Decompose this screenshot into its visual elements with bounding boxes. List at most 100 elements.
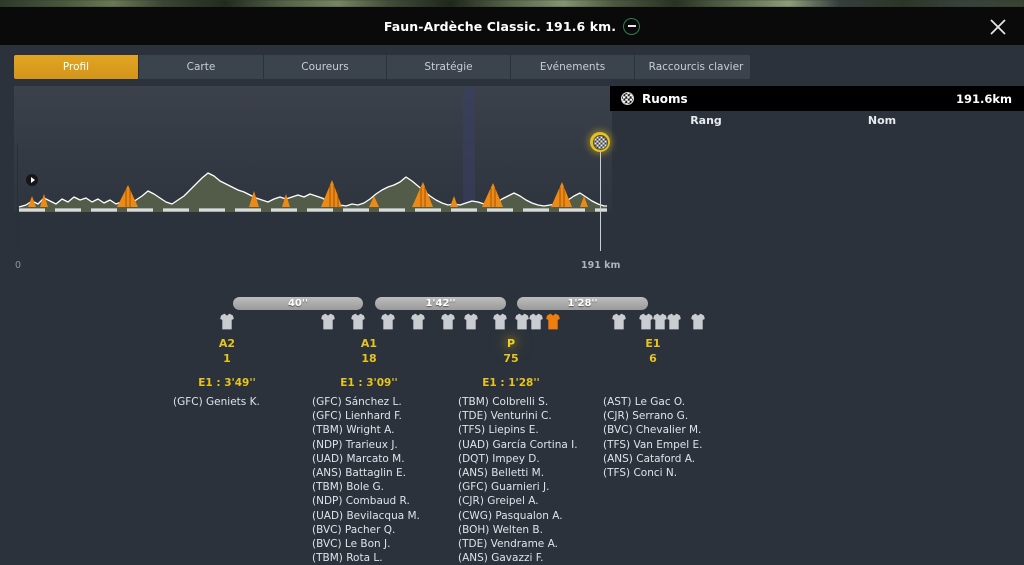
minus-circle-icon: [623, 17, 641, 35]
list-item[interactable]: (CJR) Greipel A.: [458, 494, 578, 508]
finish-info-panel: Ruoms 191.6km Rang Nom: [610, 86, 1024, 212]
group-count-3: 6: [649, 352, 657, 365]
column-header-rang: Rang: [690, 114, 722, 127]
list-item[interactable]: (TFS) Van Empel E.: [603, 438, 702, 452]
group-code-1[interactable]: A1: [329, 337, 409, 350]
jersey-icon-0[interactable]: [220, 313, 234, 330]
list-item[interactable]: (ANS) Belletti M.: [458, 466, 578, 480]
list-item[interactable]: (GFC) Sánchez L.: [312, 395, 420, 409]
list-item[interactable]: (BVC) Chevalier M.: [603, 423, 702, 437]
group-gap-2: E1 : 1'28'': [482, 377, 540, 389]
group-gap-0: E1 : 3'49'': [198, 377, 256, 389]
finish-city: Ruoms: [642, 91, 688, 106]
list-item[interactable]: (GFC) Guarnieri J.: [458, 480, 578, 494]
list-item[interactable]: (TBM) Colbrelli S.: [458, 395, 578, 409]
list-item[interactable]: (ANS) Gavazzi F.: [458, 551, 578, 565]
list-item[interactable]: (DQT) Impey D.: [458, 452, 578, 466]
checkered-flag-icon[interactable]: [590, 132, 610, 152]
desktop-wallpaper-strip: [0, 0, 1024, 7]
list-item[interactable]: (CJR) Serrano G.: [603, 409, 702, 423]
finish-stem: [599, 145, 601, 251]
rider-column-0: (GFC) Geniets K.: [173, 395, 260, 409]
group-gap-1: E1 : 3'09'': [340, 377, 398, 389]
list-item[interactable]: (TFS) Conci N.: [603, 466, 702, 480]
jersey-icon-13[interactable]: [653, 313, 667, 330]
jersey-icon-leader[interactable]: [546, 313, 560, 330]
group-count-1: 18: [361, 352, 377, 365]
list-item[interactable]: (TFS) Liepins E.: [458, 423, 578, 437]
group-count-0: 1: [223, 352, 231, 365]
list-item[interactable]: (TBM) Rota L.: [312, 551, 420, 565]
tab-carte-label: Carte: [186, 61, 216, 73]
jersey-icon-15[interactable]: [691, 313, 705, 330]
tab-profil-label: Profil: [62, 61, 90, 73]
group-code-label: E1: [645, 337, 661, 350]
list-item[interactable]: (UAD) Bevilacqua M.: [312, 509, 420, 523]
list-item[interactable]: (UAD) García Cortina I.: [458, 438, 578, 452]
group-code-label: A1: [360, 337, 378, 350]
checkered-flag-icon: [621, 92, 634, 105]
list-item[interactable]: (ANS) Cataford A.: [603, 452, 702, 466]
group-count-2: 75: [503, 352, 519, 365]
list-item[interactable]: (TBM) Bole G.: [312, 480, 420, 494]
jersey-icon-6[interactable]: [464, 313, 478, 330]
tab-strategie[interactable]: Stratégie: [387, 55, 511, 79]
jersey-icon-12[interactable]: [639, 313, 653, 330]
list-item[interactable]: (NDP) Trarieux J.: [312, 438, 420, 452]
jersey-icon-3[interactable]: [381, 313, 395, 330]
jersey-icon-7[interactable]: [493, 313, 507, 330]
finish-header: Ruoms 191.6km: [610, 86, 1024, 111]
list-item[interactable]: (UAD) Marcato M.: [312, 452, 420, 466]
rider-column-2: (TBM) Colbrelli S. (TDE) Venturini C. (TFS…: [458, 395, 578, 565]
jersey-icon-2[interactable]: [351, 313, 365, 330]
list-item[interactable]: (GFC) Lienhard F.: [312, 409, 420, 423]
tab-bar: Profil Carte Coureurs Stratégie Evénemen…: [14, 55, 750, 79]
tab-strategie-label: Stratégie: [424, 61, 473, 73]
list-item[interactable]: (NDP) Combaud R.: [312, 494, 420, 508]
tab-coureurs[interactable]: Coureurs: [264, 55, 387, 79]
jersey-icon-11[interactable]: [612, 313, 626, 330]
list-item[interactable]: (GFC) Geniets K.: [173, 395, 260, 409]
group-code-2[interactable]: P: [471, 337, 551, 350]
window-title-label: Faun-Ardèche Classic. 191.6 km.: [383, 18, 617, 34]
jersey-icon-8[interactable]: [515, 313, 529, 330]
list-item[interactable]: (TDE) Venturini C.: [458, 409, 578, 423]
window-titlebar: Faun-Ardèche Classic. 191.6 km.: [0, 7, 1024, 45]
jersey-icon-9[interactable]: [529, 313, 543, 330]
tab-profil[interactable]: Profil: [14, 55, 139, 79]
list-item[interactable]: (BVC) Le Bon J.: [312, 537, 420, 551]
screen: Faun-Ardèche Classic. 191.6 km. Profil C…: [0, 0, 1024, 564]
column-header-nom: Nom: [867, 114, 897, 127]
finish-distance: 191.6km: [955, 91, 1012, 106]
tab-raccourcis-clavier[interactable]: Raccourcis clavier: [635, 55, 750, 79]
gap-bar-0: 40'': [233, 297, 363, 310]
gap-bar-1: 1'42'': [375, 297, 506, 310]
list-item[interactable]: (BOH) Welten B.: [458, 523, 578, 537]
list-item[interactable]: (AST) Le Gac O.: [603, 395, 702, 409]
rider-column-3: (AST) Le Gac O. (CJR) Serrano G. (BVC) Che…: [603, 395, 702, 480]
list-item[interactable]: (TBM) Wright A.: [312, 423, 420, 437]
app-body: Profil Carte Coureurs Stratégie Evénemen…: [0, 45, 1024, 564]
elevation-profile[interactable]: [14, 86, 612, 212]
groups-area: 40'' 1'42'' 1'28'' A2 1 E1 : 3'49'' A1 18 E1 : …: [0, 243, 1024, 564]
jersey-icon-1[interactable]: [321, 313, 335, 330]
play-icon[interactable]: [26, 174, 38, 186]
tab-evenements[interactable]: Evénements: [511, 55, 635, 79]
list-item[interactable]: (ANS) Battaglin E.: [312, 466, 420, 480]
jersey-icon-4[interactable]: [411, 313, 425, 330]
close-icon[interactable]: [978, 11, 1018, 43]
results-table-header: Rang Nom: [610, 111, 1024, 133]
list-item[interactable]: (BVC) Pacher Q.: [312, 523, 420, 537]
tab-carte[interactable]: Carte: [139, 55, 264, 79]
list-item[interactable]: (CWG) Pasqualon A.: [458, 509, 578, 523]
jersey-icon-5[interactable]: [441, 313, 455, 330]
tab-coureurs-label: Coureurs: [301, 61, 349, 73]
list-item[interactable]: (TDE) Vendrame A.: [458, 537, 578, 551]
tab-evenements-label: Evénements: [539, 61, 606, 73]
start-stem: [17, 143, 19, 251]
group-code-label: A2: [218, 337, 236, 350]
group-code-label: P: [506, 337, 516, 350]
group-code-3[interactable]: E1: [613, 337, 693, 350]
jersey-icon-14[interactable]: [667, 313, 681, 330]
group-code-0[interactable]: A2: [187, 337, 267, 350]
